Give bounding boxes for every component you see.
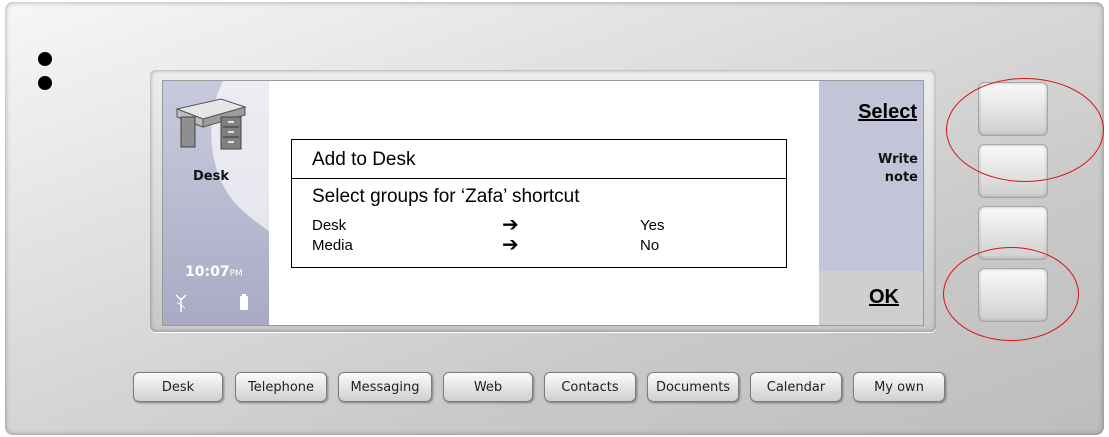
add-to-desk-dialog: Add to Desk Select groups for ‘Zafa’ sho…: [291, 139, 787, 269]
highlight-ring: [943, 247, 1079, 341]
group-row-media[interactable]: Media ➔ No: [312, 234, 772, 256]
group-name: Media: [312, 237, 353, 254]
signal-icon: [175, 294, 187, 312]
app-button-documents[interactable]: Documents: [647, 372, 739, 402]
ok-softkey[interactable]: OK: [869, 286, 899, 309]
select-softkey[interactable]: Select: [858, 101, 917, 124]
app-button-desk[interactable]: Desk: [133, 372, 223, 402]
app-button-contacts[interactable]: Contacts: [544, 372, 636, 402]
clock-time: 10:07: [185, 264, 230, 280]
desk-icon: [175, 98, 247, 150]
battery-icon: [240, 294, 248, 310]
app-button-calendar[interactable]: Calendar: [750, 372, 842, 402]
softkey-pane: Select Write note OK: [819, 81, 923, 325]
screen: Desk 10:07PM Add to Desk Select groups f…: [162, 80, 924, 326]
dialog-title-bar: Add to Desk: [291, 139, 787, 179]
group-value: No: [640, 237, 660, 254]
write-note-line: note: [884, 170, 918, 185]
app-button-my-own[interactable]: My own: [853, 372, 945, 402]
group-name: Desk: [312, 217, 347, 234]
app-button-telephone[interactable]: Telephone: [235, 372, 327, 402]
dialog-prompt: Select groups for ‘Zafa’ shortcut: [312, 186, 580, 207]
write-note-softkey[interactable]: Write note: [828, 151, 918, 187]
app-button-messaging[interactable]: Messaging: [338, 372, 432, 402]
group-row-desk[interactable]: Desk ➔ Yes: [312, 214, 772, 236]
dialog-title: Add to Desk: [312, 149, 416, 170]
app-button-web[interactable]: Web: [443, 372, 533, 402]
indicator-dot: [38, 76, 52, 90]
clock: 10:07PM: [185, 264, 243, 280]
clock-ampm: PM: [229, 269, 243, 279]
highlight-ring: [946, 78, 1104, 182]
left-status-pane: Desk 10:07PM: [163, 81, 269, 325]
indicator-dot: [38, 52, 52, 66]
arrow-right-icon: ➔: [502, 234, 519, 256]
write-note-line: Write: [877, 152, 918, 167]
dialog-body: Select groups for ‘Zafa’ shortcut Desk ➔…: [291, 179, 787, 268]
app-name: Desk: [193, 169, 229, 184]
group-value: Yes: [640, 217, 665, 234]
